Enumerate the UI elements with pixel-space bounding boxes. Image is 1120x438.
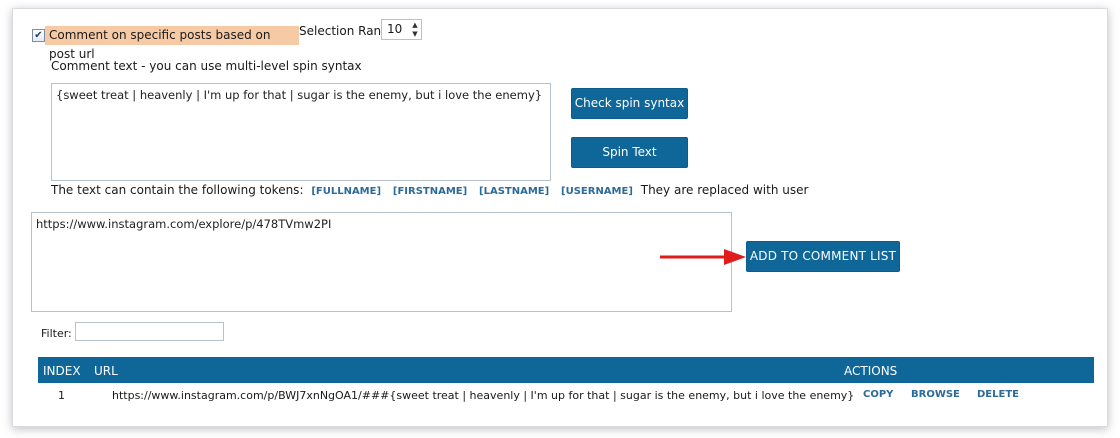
table-row: 1 https://www.instagram.com/p/BWJ7xnNgOA… [38, 387, 1094, 405]
right-arrow-icon [660, 249, 746, 265]
spinner-up-icon[interactable]: ▲ [410, 21, 420, 29]
selection-rank-value: 10 [387, 22, 403, 36]
spinner-down-icon[interactable]: ▼ [410, 30, 420, 38]
comment-table-header: INDEX URL ACTIONS [38, 357, 1094, 383]
comment-by-url-checkbox[interactable]: ✔ [32, 29, 45, 42]
comment-by-url-label: Comment on specific posts based on post … [45, 26, 299, 61]
checkmark-icon: ✔ [34, 29, 43, 41]
token-firstname[interactable]: [FIRSTNAME] [393, 186, 467, 197]
comment-text-caption: Comment text - you can use multi-level s… [51, 59, 362, 73]
filter-input[interactable] [75, 322, 224, 341]
table-header-actions: ACTIONS [844, 364, 898, 378]
table-header-url: URL [94, 364, 118, 378]
comment-settings-panel: ✔ Comment on specific posts based on pos… [12, 8, 1108, 427]
selection-rank-label: Selection Rank [299, 24, 389, 38]
post-url-input[interactable]: https://www.instagram.com/explore/p/478T… [31, 212, 732, 312]
token-hint-row: The text can contain the following token… [51, 183, 808, 197]
token-hint-suffix: They are replaced with user [640, 183, 809, 197]
table-header-index: INDEX [43, 364, 81, 378]
copy-link[interactable]: COPY [863, 389, 893, 400]
token-lastname[interactable]: [LASTNAME] [479, 186, 549, 197]
selection-rank-stepper[interactable]: 10 ▲ ▼ [381, 19, 422, 40]
row-url: https://www.instagram.com/p/BWJ7xnNgOA1/… [112, 389, 855, 402]
add-to-comment-list-button[interactable]: ADD TO COMMENT LIST [746, 241, 900, 272]
token-hint-prefix: The text can contain the following token… [51, 183, 304, 197]
token-fullname[interactable]: [FULLNAME] [311, 186, 381, 197]
filter-label: Filter: [41, 327, 72, 340]
row-index: 1 [58, 389, 65, 402]
token-username[interactable]: [USERNAME] [561, 186, 633, 197]
comment-text-area[interactable]: {sweet treat | heavenly | I'm up for tha… [51, 83, 551, 181]
browse-link[interactable]: BROWSE [911, 389, 960, 400]
check-spin-syntax-button[interactable]: Check spin syntax [571, 88, 688, 119]
delete-link[interactable]: DELETE [977, 389, 1019, 400]
spin-text-button[interactable]: Spin Text [571, 137, 688, 168]
